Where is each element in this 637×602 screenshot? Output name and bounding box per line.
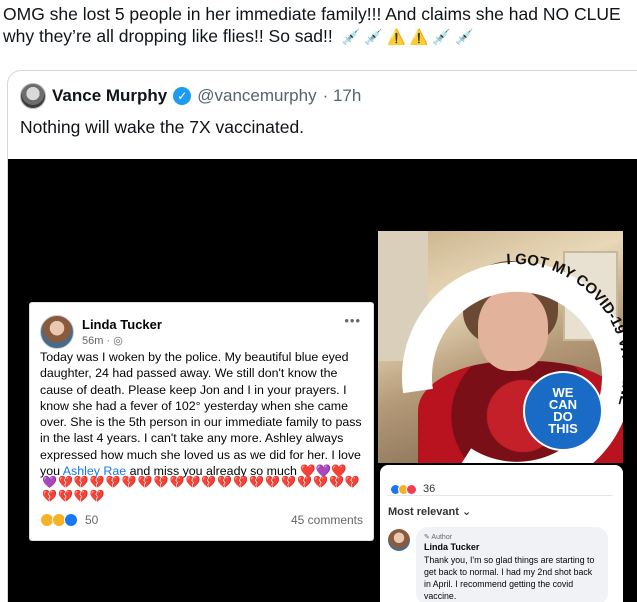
badge-word: THIS [548,421,578,436]
warning-icon: ⚠️ [409,29,429,46]
verified-badge-icon: ✓ [173,87,192,105]
tweet-text: OMG she lost 5 people in her immediate f… [3,3,633,49]
quoted-tweet[interactable]: Vance Murphy ✓ @vancemurphy · 17h Nothin… [7,70,637,602]
more-options-icon: ••• [344,313,361,328]
divider [388,495,613,496]
comment-sort-label: Most relevant ⌄ [388,506,472,518]
vaccine-profile-photo: I GOT MY COVID-19 VACCINE WE CAN DO THIS [378,231,623,463]
tweet-media-image[interactable]: Linda Tucker 56m · ◎ ••• Today was I wok… [8,159,637,602]
we-can-do-this-badge: WE CAN DO THIS [523,371,603,451]
quoted-tweet-text: Nothing will wake the 7X vaccinated. [20,117,305,137]
reaction-count: 50 [85,513,99,527]
broken-heart-icons: 💜💔💔💔💔💔💔💔💔💔💔💔💔💔💔💔💔💔💔💔💔💔💔💔 [42,475,361,503]
post-meta: 56m · ◎ [82,334,123,347]
facebook-comments-panel: 36 Most relevant ⌄ ✎ Author Linda Tucker… [380,465,623,602]
avatar [40,315,74,349]
syringe-icon: 💉 [341,29,361,46]
panel-reaction-count: 36 [423,483,436,495]
author-name[interactable]: Vance Murphy [52,86,167,106]
comment-count: 45 comments [290,513,363,527]
post-time: 56m · [82,335,114,347]
warning-icon: ⚠️ [387,29,406,46]
facebook-post-screenshot: Linda Tucker 56m · ◎ ••• Today was I wok… [30,303,373,540]
comment-author-name: Linda Tucker [424,542,480,552]
author-handle[interactable]: @vancemurphy [197,86,316,106]
quoted-tweet-header: Vance Murphy ✓ @vancemurphy · 17h [20,83,361,109]
tweet-body: OMG she lost 5 people in her immediate f… [3,4,621,46]
syringe-icon: 💉 [432,29,452,46]
post-body: Today was I woken by the police. My beau… [40,349,365,479]
panel-reactions: 36 [390,483,435,495]
avatar [388,529,410,551]
like-reaction-icon [64,513,78,527]
comment-text: Thank you, I'm so glad things are starti… [424,555,595,601]
author-tag: ✎ Author [424,534,453,541]
comment-bubble: ✎ Author Linda Tucker Thank you, I'm so … [416,527,608,602]
syringe-icon: 💉 [364,29,383,46]
globe-icon: ◎ [113,335,123,347]
syringe-icon: 💉 [455,29,474,46]
post-author-name: Linda Tucker [82,317,162,332]
post-reactions: 50 [40,513,98,527]
love-reaction-icon [406,483,417,495]
tweet-timestamp[interactable]: · 17h [323,86,362,106]
post-text: Today was I woken by the police. My beau… [40,350,362,479]
avatar[interactable] [20,83,46,109]
